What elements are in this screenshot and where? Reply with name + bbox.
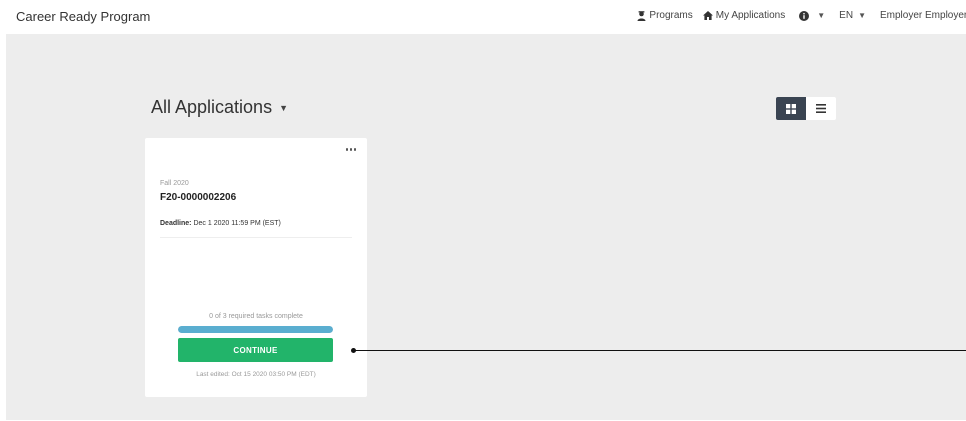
deadline-label: Deadline:: [160, 220, 192, 227]
application-term: Fall 2020: [160, 180, 189, 187]
application-card: Fall 2020 F20-0000002206 Deadline: Dec 1…: [145, 138, 367, 397]
ellipsis-icon[interactable]: [344, 148, 356, 151]
app-title[interactable]: Career Ready Program: [16, 9, 150, 24]
nav-my-applications[interactable]: My Applications: [702, 10, 786, 21]
application-id: F20-0000002206: [160, 192, 237, 203]
view-toggle: [776, 97, 836, 120]
nav-my-applications-label: My Applications: [715, 10, 786, 21]
top-navbar: Career Ready Program Programs My Applica…: [0, 0, 966, 34]
nav-programs[interactable]: Programs: [637, 10, 693, 21]
card-divider: [160, 237, 352, 238]
nav-user-label: Employer Employer: [880, 10, 966, 21]
list-view-button[interactable]: [806, 97, 836, 120]
callout-dot: [351, 348, 356, 353]
home-icon: [702, 11, 713, 20]
grid-icon: [786, 103, 796, 114]
nav-programs-label: Programs: [649, 10, 693, 21]
application-deadline: Deadline: Dec 1 2020 11:59 PM (EST): [160, 220, 281, 227]
chevron-down-icon: ▼: [279, 102, 288, 113]
progress-bar-fill: [178, 326, 333, 333]
nav-info-dropdown[interactable]: ▼: [799, 10, 826, 21]
graduate-icon: [637, 10, 646, 21]
chevron-down-icon: ▼: [858, 11, 866, 20]
grid-view-button[interactable]: [776, 97, 806, 120]
tasks-status: 0 of 3 required tasks complete: [209, 313, 303, 320]
applications-filter-dropdown[interactable]: All Applications ▼: [151, 97, 288, 118]
chevron-down-icon: ▼: [817, 11, 826, 20]
main-content: All Applications ▼ Fall 2020 F20-0000002…: [6, 34, 966, 420]
list-icon: [816, 104, 826, 113]
last-edited: Last edited: Oct 15 2020 03:50 PM (EDT): [196, 371, 316, 378]
nav-menu: Programs My Applications ▼ EN ▼ Employer…: [627, 10, 966, 21]
callout-line: [353, 350, 966, 351]
nav-language-label: EN: [839, 10, 854, 21]
nav-user-menu[interactable]: Employer Employer: [880, 10, 966, 21]
nav-language-dropdown[interactable]: EN ▼: [839, 10, 866, 21]
progress-bar: [178, 326, 333, 333]
deadline-value: Dec 1 2020 11:59 PM (EST): [193, 220, 281, 227]
continue-button[interactable]: CONTINUE: [178, 338, 333, 362]
page-title: All Applications: [151, 97, 273, 117]
info-circle-icon: [799, 10, 810, 21]
